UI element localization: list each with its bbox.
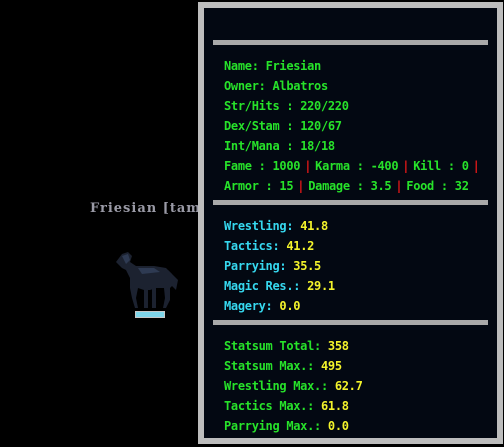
skill-label: Wrestling: <box>224 219 294 233</box>
karma-value: -400 <box>370 159 399 173</box>
skills-section: Wrestling: 41.8 Tactics: 41.2 Parrying: … <box>224 216 489 316</box>
stat-row: Tactics Max.: 61.8 <box>224 396 489 416</box>
skill-row: Magery: 0.0 <box>224 296 489 316</box>
stat-row: Statsum Total: 358 <box>224 336 489 356</box>
kill-value: 0 <box>461 159 469 173</box>
skill-value: 0.0 <box>279 299 301 313</box>
game-world-view[interactable]: Friesian [tame <box>0 0 209 447</box>
divider-skills <box>213 200 488 205</box>
stat-label: Wrestling Max.: <box>224 379 328 393</box>
skill-label: Magic Res.: <box>224 279 301 293</box>
pet-info-panel[interactable]: Name: Friesian Owner: Albatros Str/Hits … <box>198 2 503 444</box>
separator: | <box>472 159 480 173</box>
owner-value: Albatros <box>272 79 329 93</box>
skill-value: 29.1 <box>307 279 335 293</box>
stat-value: 62.7 <box>334 379 363 393</box>
damage-label: Damage : <box>308 179 364 193</box>
skill-row: Wrestling: 41.8 <box>224 216 489 236</box>
stat-value: 358 <box>327 339 349 353</box>
fame-karma-kill-row: Fame : 1000 | Karma : -400 | Kill : 0 | <box>224 156 489 176</box>
skill-row: Parrying: 35.5 <box>224 256 489 276</box>
food-value: 32 <box>454 179 469 193</box>
horse-sprite[interactable] <box>108 240 182 312</box>
stat-value: 0.0 <box>327 419 349 433</box>
stat-row: Parrying Max.: 0.0 <box>224 416 489 436</box>
name-value: Friesian <box>265 59 322 73</box>
info-section: Name: Friesian Owner: Albatros Str/Hits … <box>224 56 489 196</box>
skill-value: 41.8 <box>300 219 328 233</box>
name-label: Name: <box>224 59 259 73</box>
skill-value: 35.5 <box>293 259 321 273</box>
skill-value: 41.2 <box>286 239 315 253</box>
int-mana-row: Int/Mana : 18/18 <box>224 136 489 156</box>
stat-value: 495 <box>320 359 342 373</box>
str-hits-value: 220/220 <box>300 99 349 113</box>
owner-row: Owner: Albatros <box>224 76 489 96</box>
skill-label: Tactics: <box>224 239 280 253</box>
karma-label: Karma : <box>315 159 364 173</box>
dex-stam-label: Dex/Stam : <box>224 119 294 133</box>
stat-label: Parrying Max.: <box>224 419 321 433</box>
stat-label: Statsum Max.: <box>224 359 315 373</box>
pet-info-panel-body: Name: Friesian Owner: Albatros Str/Hits … <box>204 8 497 438</box>
stat-row: Wrestling Max.: 62.7 <box>224 376 489 396</box>
armor-label: Armor : <box>224 179 273 193</box>
stats-section: Statsum Total: 358 Statsum Max.: 495 Wre… <box>224 336 489 436</box>
name-row: Name: Friesian <box>224 56 489 76</box>
separator: | <box>297 179 305 193</box>
fame-label: Fame : <box>224 159 266 173</box>
damage-value: 3.5 <box>370 179 392 193</box>
separator: | <box>402 159 410 173</box>
str-hits-row: Str/Hits : 220/220 <box>224 96 489 116</box>
stat-label: Tactics Max.: <box>224 399 315 413</box>
skill-label: Magery: <box>224 299 273 313</box>
owner-label: Owner: <box>224 79 266 93</box>
stat-value: 61.8 <box>320 399 349 413</box>
skill-row: Magic Res.: 29.1 <box>224 276 489 296</box>
str-hits-label: Str/Hits : <box>224 99 294 113</box>
separator: | <box>304 159 312 173</box>
armor-value: 15 <box>279 179 294 193</box>
fame-value: 1000 <box>272 159 301 173</box>
food-label: Food : <box>406 179 448 193</box>
stat-row: Statsum Max.: 495 <box>224 356 489 376</box>
pet-health-fill <box>136 312 164 317</box>
divider-top <box>213 40 488 45</box>
int-mana-value: 18/18 <box>300 139 335 153</box>
stat-label: Statsum Total: <box>224 339 321 353</box>
dex-stam-row: Dex/Stam : 120/67 <box>224 116 489 136</box>
pet-health-bar <box>135 311 165 318</box>
skill-row: Tactics: 41.2 <box>224 236 489 256</box>
divider-stats <box>213 320 488 325</box>
separator: | <box>395 179 403 193</box>
armor-damage-food-row: Armor : 15 | Damage : 3.5 | Food : 32 <box>224 176 489 196</box>
skill-label: Parrying: <box>224 259 287 273</box>
int-mana-label: Int/Mana : <box>224 139 294 153</box>
pet-name-label: Friesian [tame <box>90 201 211 216</box>
dex-stam-value: 120/67 <box>300 119 342 133</box>
kill-label: Kill : <box>413 159 455 173</box>
